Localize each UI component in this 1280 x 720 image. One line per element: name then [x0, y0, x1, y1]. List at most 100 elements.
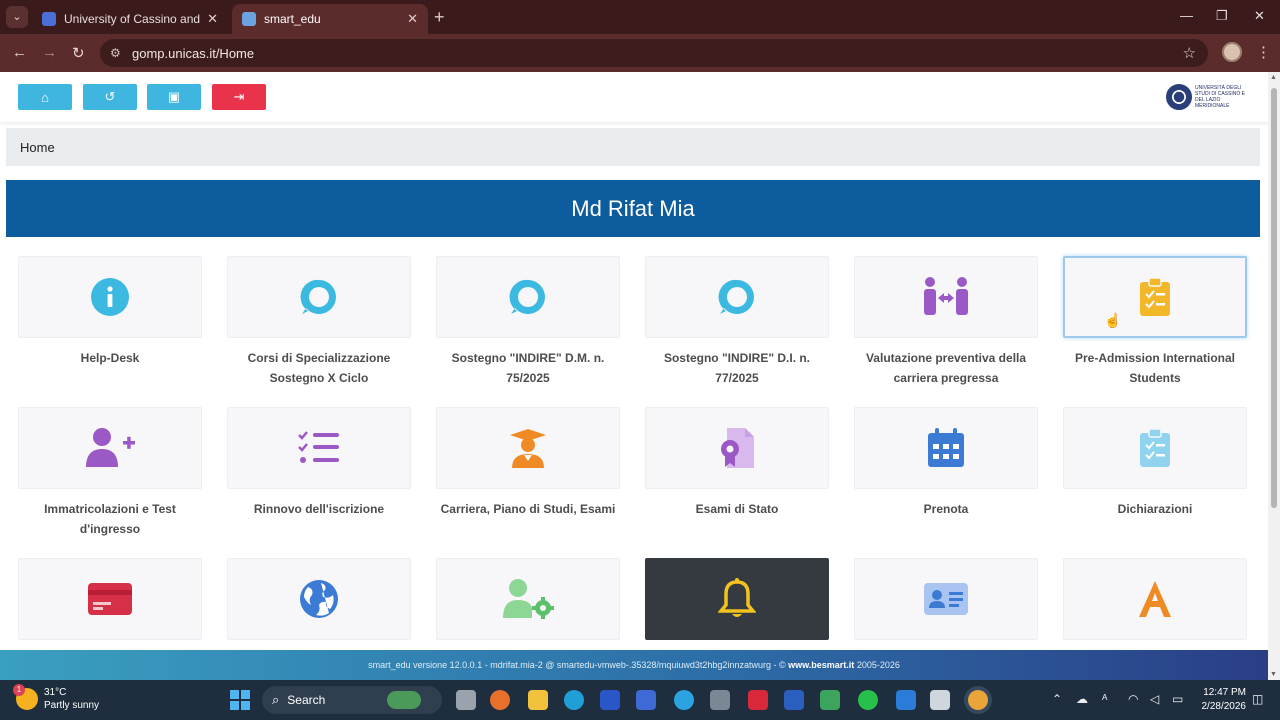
back-icon[interactable]: ← [12, 44, 27, 61]
card-icon-box[interactable] [227, 558, 411, 640]
card-esami-di-stato[interactable]: Esami di Stato [645, 407, 831, 519]
maximize-icon[interactable]: ❐ [1216, 8, 1228, 24]
card-carriera[interactable]: Carriera, Piano di Studi, Esami [436, 407, 622, 519]
card-label[interactable]: Help-Desk [18, 348, 202, 368]
firefox-icon[interactable] [490, 690, 510, 710]
card-letter-a[interactable] [1063, 558, 1249, 650]
card-icon-box[interactable] [436, 256, 620, 338]
card-label[interactable]: Rinnovo dell'iscrizione [227, 499, 411, 519]
card-icon-box[interactable] [18, 256, 202, 338]
wifi-icon[interactable]: ◠ [1128, 692, 1138, 706]
card-rinnovo-iscrizione[interactable]: Rinnovo dell'iscrizione [227, 407, 413, 519]
card-label[interactable]: Carriera, Piano di Studi, Esami [436, 499, 620, 519]
tab-search-button[interactable]: ⌄ [6, 6, 28, 28]
id-card-button[interactable]: ▣ [147, 84, 201, 110]
card-sostegno-dm[interactable]: Sostegno "INDIRE" D.M. n. 75/2025 [436, 256, 622, 388]
card-label[interactable]: Prenota [854, 499, 1038, 519]
file-explorer-icon[interactable] [528, 690, 548, 710]
keyboard-icon[interactable] [710, 690, 730, 710]
app-icon[interactable] [600, 690, 620, 710]
card-valutazione-preventiva[interactable]: Valutazione preventiva della carriera pr… [854, 256, 1040, 388]
language-icon[interactable]: ᴬ [1102, 692, 1107, 706]
page-scrollbar[interactable]: ▲ ▼ [1268, 72, 1280, 680]
card-help-desk[interactable]: Help-Desk [18, 256, 204, 368]
tray-overflow-icon[interactable]: ⌃ [1052, 692, 1062, 706]
card-icon-box[interactable] [227, 256, 411, 338]
mail-icon[interactable] [896, 690, 916, 710]
card-label[interactable]: Sostegno "INDIRE" D.M. n. 75/2025 [436, 348, 620, 388]
footer-besmart-link[interactable]: www.besmart.it [788, 660, 854, 670]
tab-smart-edu[interactable]: smart_edu ✕ [232, 4, 428, 34]
card-icon-box[interactable] [854, 407, 1038, 489]
edge-icon[interactable] [564, 690, 584, 710]
card-icon-box[interactable] [854, 256, 1038, 338]
card-icon-box[interactable] [645, 407, 829, 489]
card-label[interactable]: Corsi di Specializzazione Sostegno X Cic… [227, 348, 411, 388]
breadcrumb-home[interactable]: Home [20, 140, 55, 155]
wps-icon[interactable] [748, 690, 768, 710]
whatsapp-icon[interactable] [858, 690, 878, 710]
battery-icon[interactable]: ▭ [1172, 692, 1183, 706]
card-pre-admission[interactable]: Pre-Admission International Students [1063, 256, 1249, 388]
card-icon-box[interactable] [1063, 407, 1247, 489]
card-payments[interactable] [18, 558, 204, 650]
card-label[interactable]: Sostegno "INDIRE" D.I. n. 77/2025 [645, 348, 829, 388]
home-button[interactable]: ⌂ [18, 84, 72, 110]
history-button[interactable]: ↺ [83, 84, 137, 110]
card-prenota[interactable]: Prenota [854, 407, 1040, 519]
store-icon[interactable] [636, 690, 656, 710]
minimize-icon[interactable]: — [1180, 8, 1193, 23]
card-contact-info[interactable] [854, 558, 1040, 650]
notification-icon[interactable]: ◫ [1252, 692, 1263, 706]
logout-button[interactable]: ⇥ [212, 84, 266, 110]
scrollbar-thumb[interactable] [1271, 88, 1277, 508]
taskbar-search[interactable]: ⌕ Search [262, 686, 442, 714]
card-dichiarazioni[interactable]: Dichiarazioni [1063, 407, 1249, 519]
card-icon-box[interactable] [1063, 558, 1247, 640]
bookmark-star-icon[interactable]: ☆ [1183, 44, 1196, 62]
card-international[interactable] [227, 558, 413, 650]
word-icon[interactable] [784, 690, 804, 710]
card-icon-box[interactable] [436, 558, 620, 640]
card-icon-box[interactable] [645, 558, 829, 640]
card-immatricolazioni[interactable]: Immatricolazioni e Test d'ingresso [18, 407, 204, 539]
taskbar-clock[interactable]: 12:47 PM 2/28/2026 [1196, 686, 1247, 714]
card-icon-box[interactable] [436, 407, 620, 489]
task-view-icon[interactable] [456, 690, 476, 710]
address-bar[interactable]: ⚙ gomp.unicas.it/Home ☆ [100, 39, 1208, 67]
card-user-settings[interactable] [436, 558, 622, 650]
volume-icon[interactable]: ◁ [1150, 692, 1159, 706]
url-text[interactable]: gomp.unicas.it/Home [132, 46, 254, 61]
card-notifications[interactable] [645, 558, 831, 650]
card-label[interactable]: Esami di Stato [645, 499, 829, 519]
site-settings-icon[interactable]: ⚙ [110, 46, 128, 60]
card-icon-box[interactable] [1063, 256, 1247, 338]
forward-icon[interactable]: → [42, 44, 57, 61]
scroll-down-icon[interactable]: ▼ [1270, 671, 1277, 678]
tab-university[interactable]: University of Cassino and South ✕ [32, 4, 228, 34]
menu-kebab-icon[interactable]: ⋮ [1256, 43, 1271, 61]
scroll-up-icon[interactable]: ▲ [1270, 74, 1277, 81]
chrome-icon[interactable] [968, 690, 988, 710]
university-logo[interactable]: UNIVERSITÀ DEGLI STUDI DI CASSINO E DEL … [1166, 84, 1255, 110]
card-icon-box[interactable] [645, 256, 829, 338]
card-sostegno-di[interactable]: Sostegno "INDIRE" D.I. n. 77/2025 [645, 256, 831, 388]
close-window-icon[interactable]: ✕ [1254, 8, 1265, 24]
weather-widget[interactable]: 1 31°C Partly sunny [13, 684, 99, 712]
card-corsi-specializzazione[interactable]: Corsi di Specializzazione Sostegno X Cic… [227, 256, 413, 388]
cloud-icon[interactable]: ☁ [1076, 692, 1088, 706]
new-tab-icon[interactable]: + [434, 7, 445, 28]
reload-icon[interactable]: ↻ [72, 44, 85, 62]
card-icon-box[interactable] [854, 558, 1038, 640]
close-tab-icon[interactable]: ✕ [207, 11, 218, 27]
snipping-tool-icon[interactable] [930, 690, 950, 710]
card-icon-box[interactable] [18, 558, 202, 640]
start-button[interactable] [230, 690, 250, 710]
card-label[interactable]: Dichiarazioni [1063, 499, 1247, 519]
meet-icon[interactable] [820, 690, 840, 710]
card-icon-box[interactable] [18, 407, 202, 489]
card-icon-box[interactable] [227, 407, 411, 489]
card-label[interactable]: Valutazione preventiva della carriera pr… [854, 348, 1038, 388]
telegram-icon[interactable] [674, 690, 694, 710]
card-label[interactable]: Pre-Admission International Students [1063, 348, 1247, 388]
